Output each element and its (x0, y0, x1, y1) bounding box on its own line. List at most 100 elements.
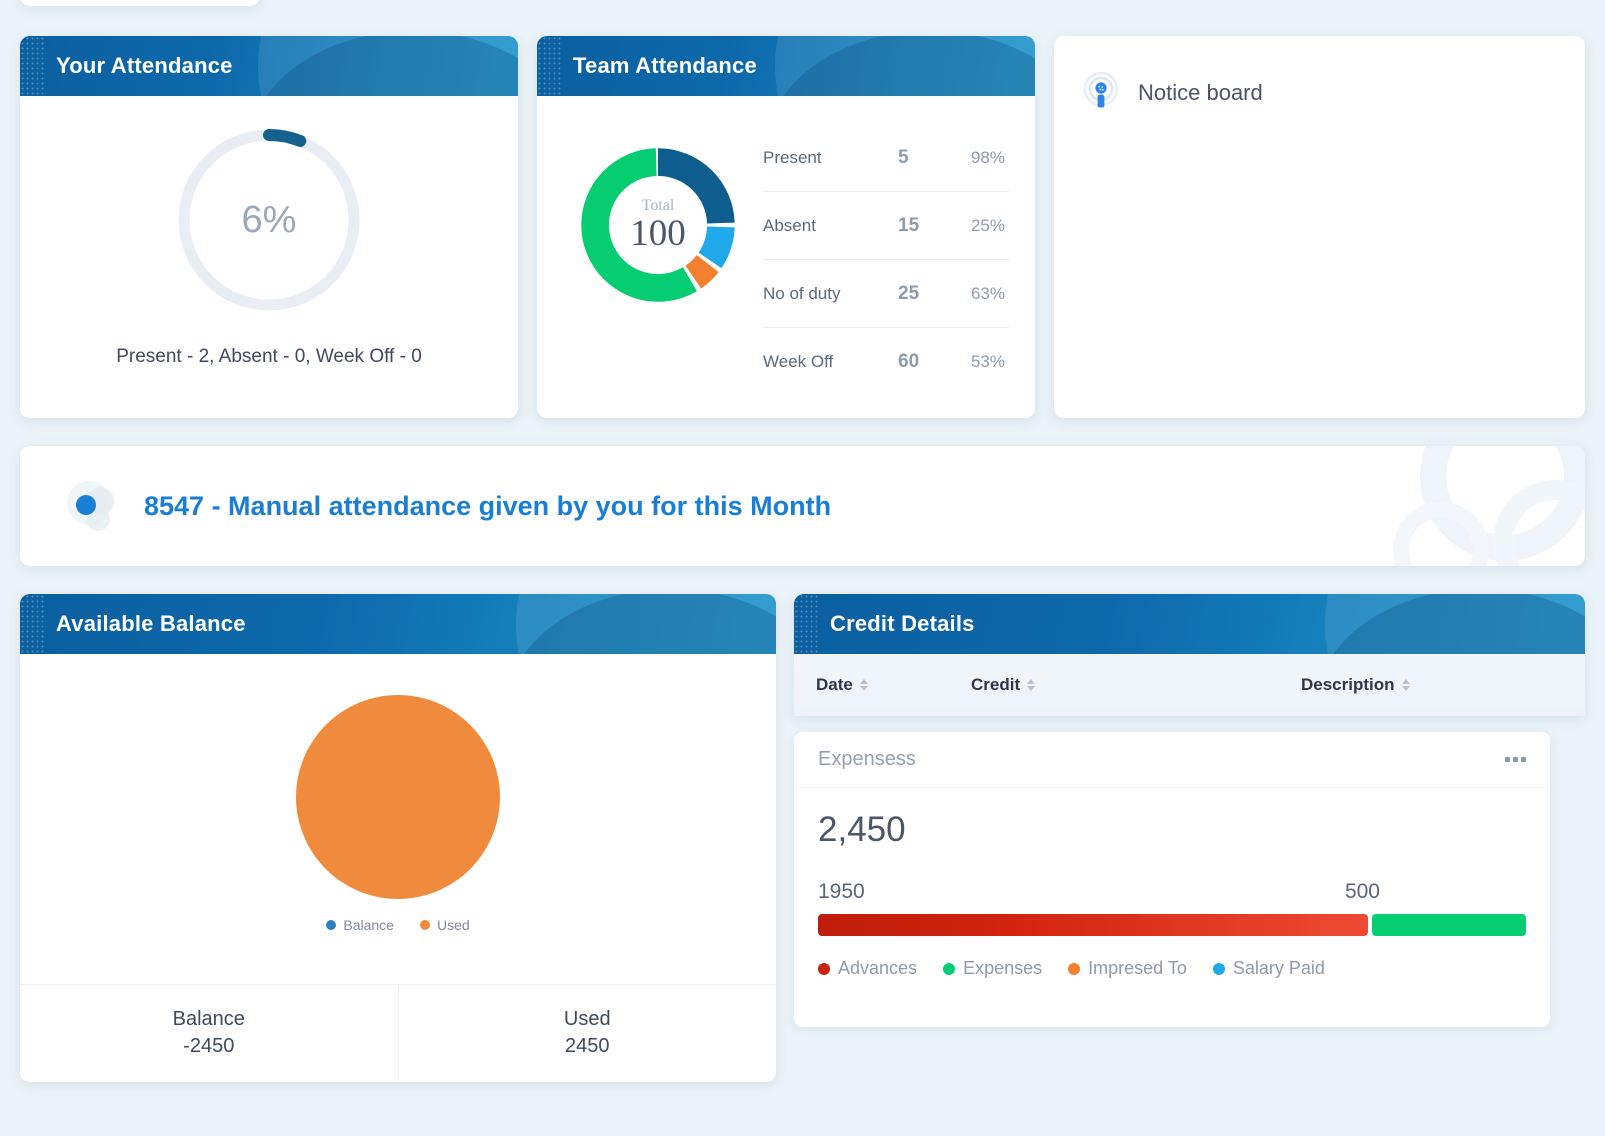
column-header-description-label: Description (1301, 675, 1395, 694)
expensess-progress-bar (818, 914, 1526, 936)
legend-label-expenses: Expenses (963, 958, 1043, 978)
balance-cell-used: Used 2450 (397, 985, 777, 1080)
credit-details-header: Credit Details (794, 594, 1585, 654)
your-attendance-title: Your Attendance (56, 53, 233, 78)
legend-dot-balance (326, 920, 337, 930)
sort-icon[interactable] (859, 679, 868, 691)
sort-icon[interactable] (1401, 679, 1410, 691)
team-attendance-title: Team Attendance (573, 53, 757, 78)
legend-dot-impresed-to (1068, 962, 1081, 975)
legend-dot-used (419, 920, 430, 930)
stat-count: 15 (898, 214, 920, 236)
column-header-date-label: Date (816, 675, 853, 694)
stat-label: No of duty (763, 283, 841, 303)
team-attendance-card: Team Attendance Total 100 Present 5 98% … (537, 36, 1035, 418)
your-attendance-body: 6% Present - 2, Absent - 0, Week Off - 0 (20, 96, 518, 368)
legend-label-impresed-to: Impresed To (1088, 958, 1187, 978)
legend-item-expenses[interactable]: Expenses (943, 958, 1042, 979)
stat-percent: 53% (970, 352, 1005, 371)
stat-count: 25 (898, 282, 920, 304)
legend-item-advances[interactable]: Advances (818, 958, 917, 979)
team-attendance-header: Team Attendance (537, 36, 1035, 96)
available-balance-card: Available Balance Balance Used Balance -… (20, 594, 776, 1082)
balance-footer: Balance -2450 Used 2450 (20, 984, 776, 1080)
credit-table-header-row: Date Credit Description (794, 654, 1585, 716)
available-balance-title: Available Balance (56, 611, 246, 636)
balance-pie-area: Balance Used (20, 654, 776, 984)
partial-card-above (20, 0, 260, 6)
team-donut-total-value: 100 (630, 212, 686, 254)
manual-attendance-banner[interactable]: 8547 - Manual attendance given by you fo… (20, 446, 1585, 566)
stat-percent: 98% (970, 147, 1005, 167)
legend-label-advances: Advances (838, 958, 918, 978)
balance-cell-balance: Balance -2450 (20, 985, 398, 1080)
legend-item-salary-paid[interactable]: Salary Paid (1212, 958, 1325, 979)
banner-decoration (1255, 446, 1585, 566)
legend-dot-advances (818, 962, 830, 975)
stat-count: 60 (898, 351, 920, 372)
stat-label: Week Off (763, 352, 834, 371)
expensess-card: Expensess 2,450 1950 500 Advances Expens… (794, 732, 1550, 1027)
balance-cell-label: Balance (172, 1007, 245, 1030)
legend-item-used[interactable]: Used (419, 917, 470, 933)
credit-details-card: Credit Details Date Credit Description (794, 594, 1585, 716)
table-row: Absent 15 25% (763, 192, 1009, 260)
column-header-credit-label: Credit (971, 675, 1021, 694)
balance-pie-chart (296, 695, 500, 899)
expensess-body: 2,450 1950 500 Advances Expenses Imprese… (794, 788, 1550, 979)
sort-icon[interactable] (1027, 679, 1036, 691)
team-stats-list: Present 5 98% Absent 15 25% No of duty 2… (763, 120, 1009, 396)
expensess-title: Expensess (818, 748, 916, 770)
your-attendance-card: Your Attendance 6% Present - 2, Absent -… (20, 36, 518, 418)
team-donut-center: Total 100 (575, 142, 741, 308)
available-balance-header: Available Balance (20, 594, 776, 654)
table-row: Present 5 98% (763, 124, 1009, 192)
legend-label-used: Used (436, 917, 470, 933)
column-header-date[interactable]: Date (816, 675, 971, 695)
stat-label: Absent (763, 215, 816, 235)
legend-item-balance[interactable]: Balance (326, 917, 394, 933)
balance-pie-legend: Balance Used (326, 917, 470, 933)
attendance-percent-label: 6% (241, 198, 297, 241)
legend-label-salary-paid: Salary Paid (1232, 958, 1325, 978)
legend-dot-salary-paid (1212, 962, 1225, 975)
broadcast-icon (1080, 71, 1122, 114)
progress-segment-expenses (1372, 914, 1526, 936)
team-donut-total-label: Total (641, 196, 675, 214)
attendance-summary: Present - 2, Absent - 0, Week Off - 0 (116, 346, 422, 367)
credit-details-section: Credit Details Date Credit Description (794, 594, 1585, 716)
column-header-credit[interactable]: Credit (971, 675, 1301, 695)
your-attendance-header: Your Attendance (20, 36, 518, 96)
legend-item-impresed-to[interactable]: Impresed To (1068, 958, 1187, 979)
balance-cell-value: -2450 (183, 1034, 235, 1057)
stat-label: Present (763, 147, 822, 167)
table-row: No of duty 25 63% (763, 260, 1009, 328)
expensess-legend: Advances Expenses Impresed To Salary Pai… (818, 958, 1526, 979)
ellipsis-icon[interactable] (1505, 757, 1526, 762)
notice-board-card: Notice board (1054, 36, 1585, 418)
team-donut: Total 100 (575, 142, 741, 308)
attendance-ring: 6% (173, 124, 365, 316)
legend-dot-expenses (943, 962, 956, 975)
expensess-left-value: 1950 (818, 880, 865, 903)
expensess-right-value: 500 (1344, 880, 1380, 903)
dashboard-row-attendance: Your Attendance 6% Present - 2, Absent -… (20, 36, 1585, 418)
column-header-description[interactable]: Description (1301, 675, 1563, 695)
stat-percent: 63% (970, 283, 1005, 303)
expensess-value-row: 1950 500 (818, 880, 1526, 904)
expensess-amount: 2,450 (818, 810, 906, 849)
dot-ripple-icon (62, 475, 124, 537)
expensess-top-row: Expensess (794, 732, 1550, 788)
balance-cell-label: Used (563, 1007, 611, 1030)
stat-count: 5 (898, 146, 909, 168)
balance-cell-value: 2450 (565, 1034, 610, 1057)
team-attendance-body: Total 100 Present 5 98% Absent 15 25% No… (537, 96, 1035, 396)
stat-percent: 25% (970, 215, 1005, 235)
banner-text: 8547 - Manual attendance given by you fo… (144, 490, 832, 521)
progress-segment-advances (818, 914, 1369, 936)
notice-board-heading-row: Notice board (1054, 36, 1585, 114)
notice-board-title: Notice board (1138, 80, 1263, 105)
credit-details-title: Credit Details (830, 611, 975, 636)
legend-label-balance: Balance (343, 917, 394, 933)
team-donut-column: Total 100 (553, 120, 763, 396)
